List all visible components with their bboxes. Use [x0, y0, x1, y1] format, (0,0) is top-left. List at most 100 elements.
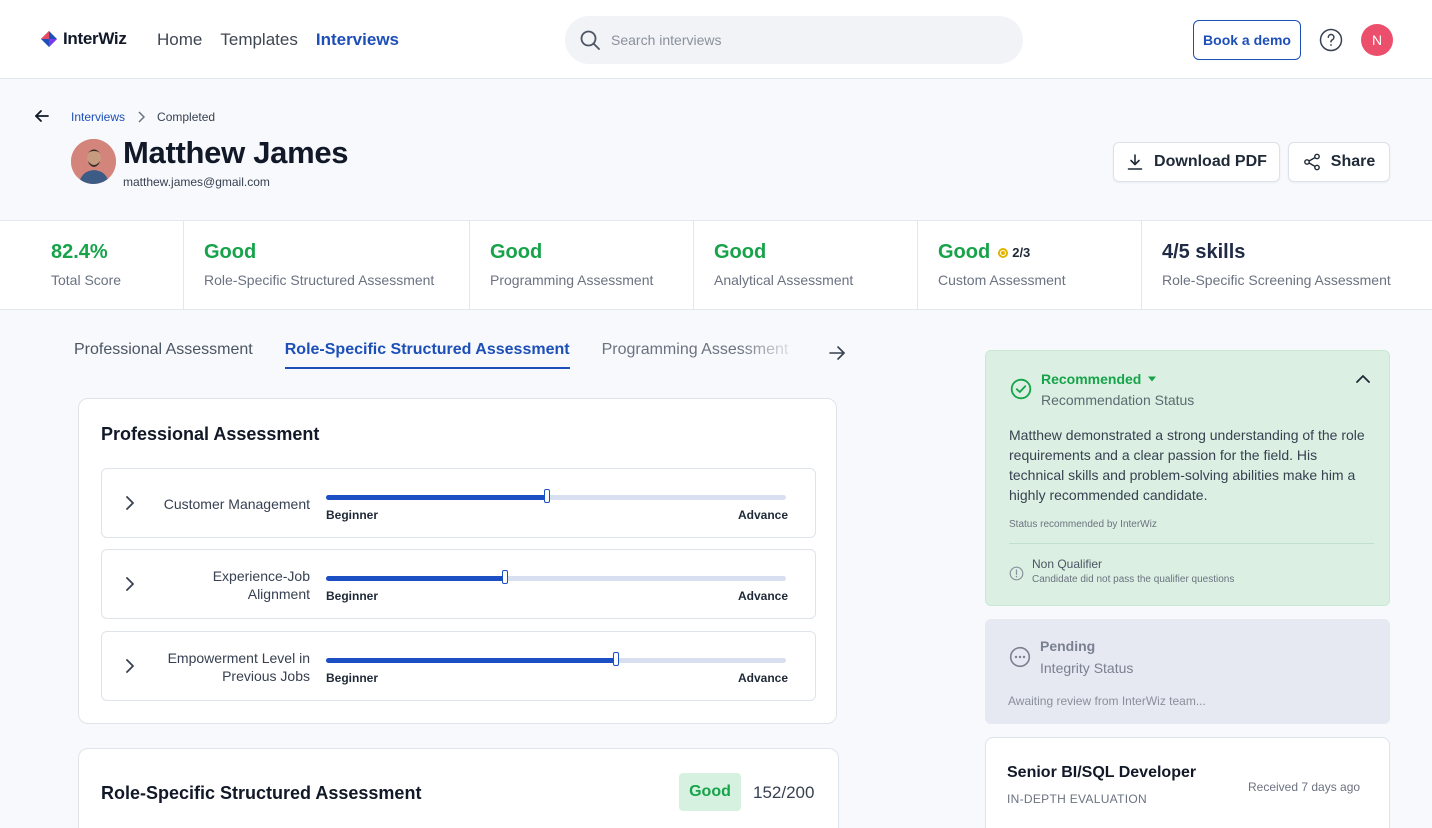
tab-programming[interactable]: Programming Assessment: [602, 341, 799, 369]
skill-level-fill: [326, 576, 506, 581]
score-role-specific[interactable]: Good Role-Specific Structured Assessment: [184, 221, 470, 310]
more-dots-circle-icon: [1009, 646, 1031, 668]
custom-count: 2/3: [1012, 245, 1031, 260]
score-label: Role-Specific Screening Assessment: [1162, 272, 1391, 288]
chevron-right-icon[interactable]: [124, 659, 136, 673]
level-high-label: Advance: [738, 508, 789, 522]
level-low-label: Beginner: [326, 508, 379, 522]
nav-home[interactable]: Home: [157, 30, 202, 50]
tab-professional[interactable]: Professional Assessment: [74, 341, 253, 369]
skill-row[interactable]: Experience-Job Alignment Beginner Advanc…: [101, 549, 816, 619]
search-icon: [580, 30, 600, 50]
skill-level-marker: [612, 652, 619, 666]
skill-name: Empowerment Level in Previous Jobs: [167, 650, 310, 684]
divider: [1009, 543, 1374, 544]
score-programming[interactable]: Good Programming Assessment: [470, 221, 694, 310]
share-label: Share: [1330, 153, 1376, 170]
skill-level-marker: [543, 489, 550, 503]
skill-level-bar: [326, 652, 786, 666]
tab-role-specific[interactable]: Role-Specific Structured Assessment: [284, 341, 570, 369]
logo-icon: [41, 31, 57, 47]
job-evaluation-type: IN-DEPTH EVALUATION: [1007, 792, 1147, 806]
download-icon: [1127, 154, 1143, 170]
score-label: Programming Assessment: [490, 272, 654, 288]
person-avatar-icon: [71, 139, 116, 184]
job-card[interactable]: Senior BI/SQL Developer IN-DEPTH EVALUAT…: [985, 737, 1390, 828]
share-icon: [1303, 153, 1320, 171]
skill-level-bar: [326, 570, 786, 584]
check-circle-icon: [1010, 378, 1032, 400]
score-total: 82.4% Total Score: [31, 221, 184, 310]
custom-count-badge: 2/3: [998, 245, 1030, 260]
score-label: Total Score: [51, 272, 122, 288]
top-navbar: InterWiz Home Templates Interviews Book …: [0, 0, 1432, 79]
breadcrumb: Interviews Completed: [71, 110, 215, 124]
score-custom[interactable]: Good 2/3 Custom Assessment: [918, 221, 1142, 310]
level-high-label: Advance: [738, 589, 789, 603]
candidate-header: Interviews Completed Matthew James matth…: [0, 80, 1432, 221]
non-qualifier-text: Candidate did not pass the qualifier que…: [1032, 574, 1235, 585]
rating-badge: Good: [679, 773, 741, 811]
download-pdf-button[interactable]: Download PDF: [1113, 142, 1280, 182]
skill-name: Customer Management: [163, 496, 310, 512]
job-title: Senior BI/SQL Developer: [1007, 764, 1197, 781]
card-title: Professional Assessment: [101, 424, 320, 444]
recommendation-panel: Recommended Recommendation Status Matthe…: [985, 350, 1390, 606]
score-screening[interactable]: 4/5 skills Role-Specific Screening Asses…: [1142, 221, 1432, 310]
chevron-right-icon: [138, 111, 146, 123]
download-pdf-label: Download PDF: [1154, 153, 1267, 170]
logo[interactable]: InterWiz: [39, 29, 127, 49]
help-icon[interactable]: [1319, 28, 1343, 52]
score-analytical[interactable]: Good Analytical Assessment: [694, 221, 918, 310]
skill-row[interactable]: Customer Management Beginner Advance: [101, 468, 816, 538]
chevron-up-icon[interactable]: [1355, 371, 1371, 387]
score-summary: 82.4% Total Score Good Role-Specific Str…: [0, 221, 1432, 310]
search-bar: [565, 16, 1023, 64]
skill-level-marker: [502, 570, 509, 584]
recommendation-text: Matthew demonstrated a strong understand…: [1009, 427, 1365, 503]
breadcrumb-current: Completed: [157, 110, 216, 124]
user-avatar[interactable]: N: [1361, 24, 1393, 56]
score-value: Good: [714, 241, 767, 263]
info-icon: [1009, 566, 1024, 581]
score-value: Good: [204, 241, 257, 263]
skill-name: Experience-Job Alignment: [212, 568, 310, 602]
book-demo-button[interactable]: Book a demo: [1193, 20, 1301, 60]
recommendation-status-dropdown[interactable]: Recommended: [1041, 371, 1157, 387]
back-arrow-icon[interactable]: [34, 108, 50, 124]
coin-icon: [998, 247, 1009, 258]
integrity-caption: Integrity Status: [1040, 660, 1134, 676]
skill-level-fill: [326, 658, 616, 663]
integrity-status: Pending: [1040, 638, 1096, 654]
score-label: Custom Assessment: [938, 272, 1066, 288]
logo-text: InterWiz: [63, 29, 127, 48]
share-button[interactable]: Share: [1288, 142, 1390, 182]
score-value: 4/5 skills: [1162, 241, 1246, 263]
integrity-panel: Pending Integrity Status Awaiting review…: [985, 619, 1390, 724]
score-value-wrap: Good 2/3: [938, 241, 1030, 264]
nav-templates[interactable]: Templates: [220, 30, 297, 50]
skill-level-bar: [326, 489, 786, 503]
level-high-label: Advance: [738, 671, 789, 685]
score-value: Good: [938, 241, 991, 263]
caret-down-icon: [1148, 376, 1157, 382]
section-score: 152/200: [753, 783, 815, 802]
skill-row[interactable]: Empowerment Level in Previous Jobs Begin…: [101, 631, 816, 701]
skill-level-fill: [326, 495, 547, 500]
score-label: Analytical Assessment: [714, 272, 854, 288]
non-qualifier-title: Non Qualifier: [1032, 557, 1103, 571]
score-value: Good: [490, 241, 543, 263]
nav-interviews[interactable]: Interviews: [316, 30, 399, 50]
recommendation-source: Status recommended by InterWiz: [1009, 519, 1157, 530]
breadcrumb-interviews[interactable]: Interviews: [71, 110, 125, 124]
chevron-right-icon[interactable]: [124, 577, 136, 591]
arrow-right-icon[interactable]: [828, 344, 846, 362]
level-low-label: Beginner: [326, 671, 379, 685]
integrity-note: Awaiting review from InterWiz team...: [1008, 694, 1206, 708]
role-specific-card: Role-Specific Structured Assessment Good…: [78, 748, 839, 828]
score-value: 82.4%: [51, 241, 108, 263]
candidate-photo: [71, 139, 116, 184]
job-received: Received 7 days ago: [1248, 780, 1361, 794]
chevron-right-icon[interactable]: [124, 496, 136, 510]
search-input[interactable]: [611, 32, 991, 48]
